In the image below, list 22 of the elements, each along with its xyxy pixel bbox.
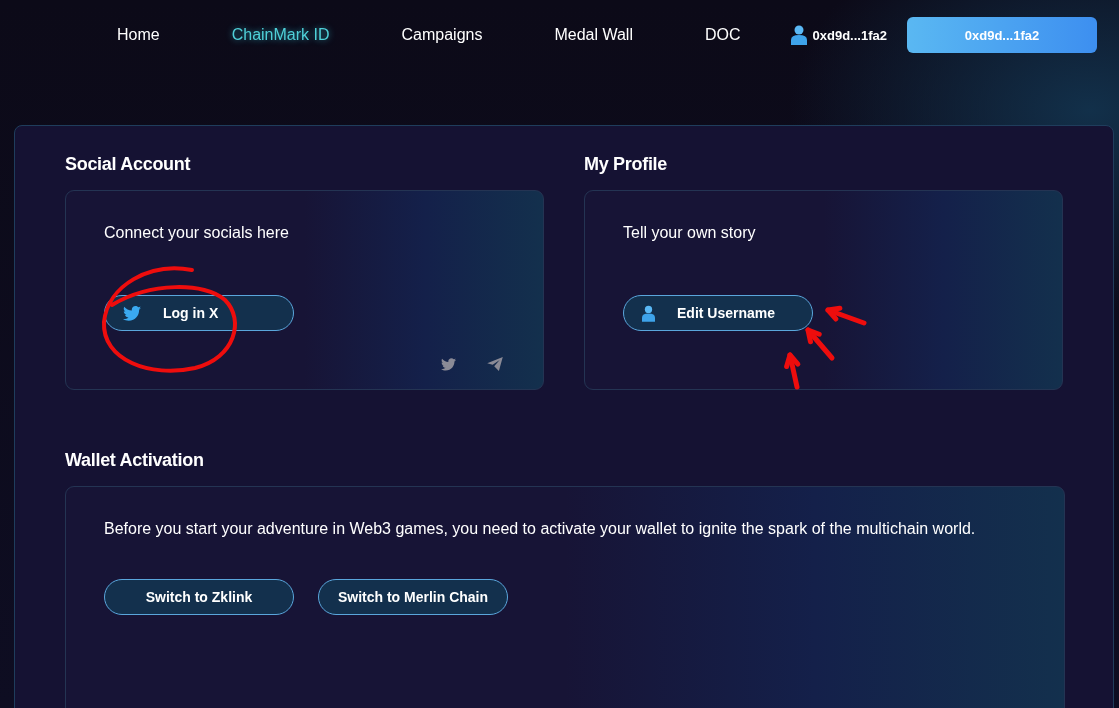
switch-chain-button[interactable]: Switch to Zklink [104,579,294,615]
login-x-button[interactable]: Log in X [104,295,294,331]
nav-link[interactable]: Medal Wall [554,26,633,44]
nav-link[interactable]: Campaigns [401,26,483,44]
user-icon [642,304,655,322]
nav-link[interactable]: Home [117,26,160,44]
account-address: 0xd9d...1fa2 [812,27,887,43]
card-text: Before you start your adventure in Web3 games, you need to activate your wallet to ignite the spark of the multichain world. [104,519,977,539]
edit-username-button[interactable]: Edit Username [623,295,813,331]
section-title: Social Account [65,154,192,175]
section-title: My Profile [584,154,669,175]
switch-chain-button[interactable]: Switch to Merlin Chain [318,579,508,615]
section-title: Wallet Activation [65,450,205,471]
nav-link[interactable]: DOC [705,26,741,44]
nav-link[interactable]: ChainMark ID [231,26,330,44]
annotation-arrow [784,352,801,390]
bird-icon [123,305,141,321]
card-text: Connect your socials here [104,223,290,243]
paper-plane-icon[interactable] [487,357,503,371]
bird-icon[interactable] [441,357,456,371]
card-text: Tell your own story [623,223,757,243]
user-icon [790,25,807,45]
